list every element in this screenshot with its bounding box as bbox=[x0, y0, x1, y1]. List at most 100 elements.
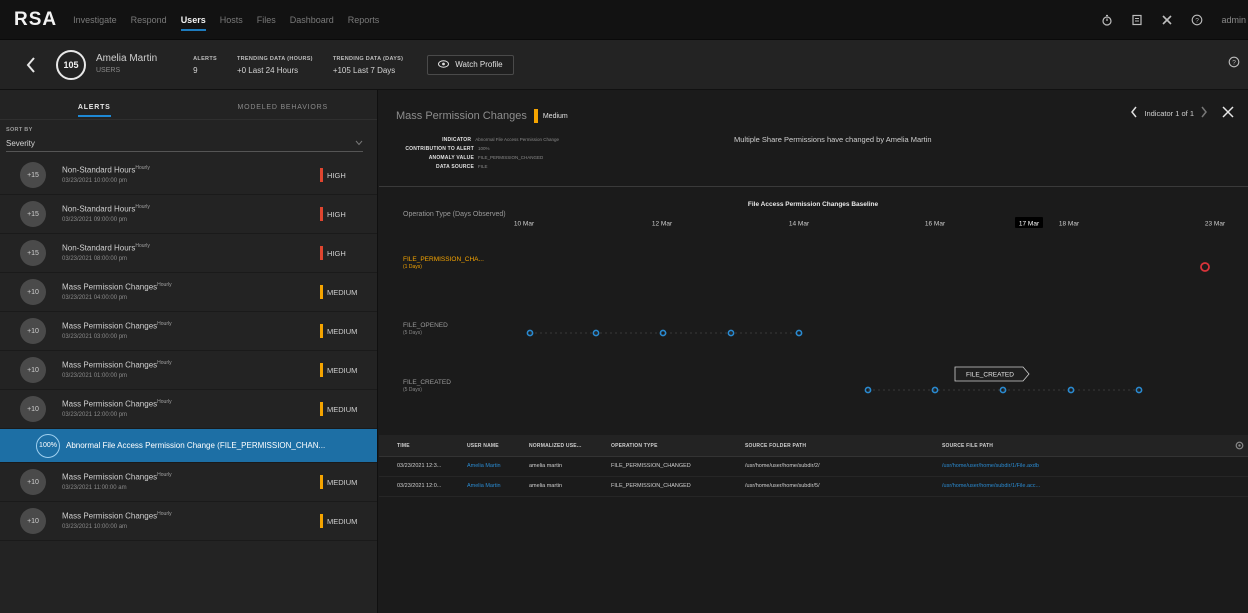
alert-list-item[interactable]: +15 Non-Standard HoursHourly 03/23/2021 09… bbox=[0, 195, 377, 234]
table-row[interactable]: 03/23/2021 12:3... Amelia Martin amelia ma… bbox=[379, 457, 1248, 477]
alert-list-item[interactable]: +10 Mass Permission ChangesHourly 03/23/20… bbox=[0, 273, 377, 312]
alert-title: Non-Standard HoursHourly bbox=[62, 204, 150, 214]
x-tick-label: 10 Mar bbox=[514, 221, 535, 228]
alert-title: Mass Permission ChangesHourly bbox=[62, 399, 172, 409]
alert-frequency: Hourly bbox=[157, 282, 172, 289]
alert-frequency: Hourly bbox=[135, 243, 150, 250]
severity-bar bbox=[320, 363, 323, 377]
table-body: 03/23/2021 12:3... Amelia Martin amelia ma… bbox=[379, 457, 1248, 497]
series-label: FILE_CREATED bbox=[403, 379, 451, 386]
nav-reports[interactable]: Reports bbox=[348, 15, 380, 25]
data-point[interactable] bbox=[1067, 386, 1075, 394]
column-header[interactable]: TIME bbox=[397, 443, 410, 449]
column-header[interactable]: SOURCE FILE PATH bbox=[942, 443, 993, 449]
alert-text: Mass Permission ChangesHourly 03/23/2021 … bbox=[62, 358, 172, 382]
indicator-count: Indicator 1 of 1 bbox=[1144, 108, 1194, 118]
x-tick-label: 18 Mar bbox=[1059, 221, 1080, 228]
data-point[interactable] bbox=[659, 329, 667, 337]
nav-users[interactable]: Users bbox=[180, 15, 206, 31]
detail-data-source: DATA SOURCE FILE bbox=[436, 163, 488, 170]
next-indicator-icon[interactable] bbox=[1200, 106, 1208, 120]
alert-list-item[interactable]: +10 Mass Permission ChangesHourly 03/23/20… bbox=[0, 463, 377, 502]
table-cell[interactable]: Amelia Martin bbox=[467, 483, 501, 489]
selected-indicator-item[interactable]: 100% Abnormal File Access Permission Chan… bbox=[0, 429, 377, 463]
profile-help-icon[interactable]: ? bbox=[1228, 56, 1240, 70]
column-header[interactable]: USER NAME bbox=[467, 443, 499, 449]
stat-trending-days: TRENDING DATA (DAYS) +105 Last 7 Days bbox=[333, 54, 403, 76]
help-icon[interactable]: ? bbox=[1191, 14, 1203, 26]
svg-text:?: ? bbox=[1232, 59, 1236, 66]
stat-trending-hours: TRENDING DATA (HOURS) +0 Last 24 Hours bbox=[237, 54, 313, 76]
alert-date: 03/23/2021 01:00:00 pm bbox=[62, 372, 128, 379]
alert-severity: MEDIUM bbox=[320, 363, 357, 377]
alert-list-item[interactable]: +10 Mass Permission ChangesHourly 03/23/20… bbox=[0, 312, 377, 351]
table-cell[interactable]: /usr/home/user/home/subdir/1/File.axdb bbox=[942, 463, 1039, 469]
indicator-text: Abnormal File Access Permission Change (… bbox=[66, 441, 326, 450]
alert-score: +10 bbox=[20, 318, 46, 344]
close-icon[interactable] bbox=[1222, 106, 1234, 120]
table-cell: FILE_PERMISSION_CHANGED bbox=[611, 483, 691, 489]
sort-by-select[interactable]: Severity bbox=[6, 136, 363, 152]
nav-investigate[interactable]: Investigate bbox=[73, 15, 117, 25]
x-tick-label: 16 Mar bbox=[925, 221, 946, 228]
events-table: TIME USER NAME NORMALIZED USE... OPERATION … bbox=[379, 435, 1248, 497]
tab-modeled-behaviors[interactable]: MODELED BEHAVIORS bbox=[189, 90, 378, 119]
alert-list-item[interactable]: +10 Mass Permission ChangesHourly 03/23/20… bbox=[0, 390, 377, 429]
tools-icon[interactable] bbox=[1161, 14, 1173, 26]
x-tick-label: 23 Mar bbox=[1205, 221, 1226, 228]
severity-label: MEDIUM bbox=[327, 326, 358, 336]
series-label: FILE_PERMISSION_CHA... bbox=[403, 256, 484, 263]
alert-title: Mass Permission ChangesHourly bbox=[62, 360, 172, 370]
rsa-logo[interactable]: RSA bbox=[14, 9, 57, 31]
tab-alerts[interactable]: ALERTS bbox=[0, 90, 189, 119]
back-chevron-icon[interactable] bbox=[20, 54, 42, 76]
severity-bar bbox=[320, 168, 323, 182]
table-cell[interactable]: /usr/home/user/home/subdir/1/File.acc... bbox=[942, 483, 1040, 489]
alert-list-item[interactable]: +15 Non-Standard HoursHourly 03/23/2021 08… bbox=[0, 234, 377, 273]
alert-date: 03/23/2021 09:00:00 pm bbox=[62, 216, 128, 223]
detail-contribution: CONTRIBUTION TO ALERT 100% bbox=[405, 145, 490, 152]
nav-respond[interactable]: Respond bbox=[131, 15, 167, 25]
table-cell[interactable]: Amelia Martin bbox=[467, 463, 501, 469]
prev-indicator-icon[interactable] bbox=[1130, 106, 1138, 120]
severity-label: HIGH bbox=[327, 170, 346, 180]
report-icon[interactable] bbox=[1131, 14, 1143, 26]
alert-date: 03/23/2021 10:00:00 pm bbox=[62, 177, 128, 184]
user-menu[interactable]: admin bbox=[1221, 15, 1246, 25]
nav-dashboard[interactable]: Dashboard bbox=[290, 15, 334, 25]
alert-list-item[interactable]: +15 Non-Standard HoursHourly 03/23/2021 10… bbox=[0, 156, 377, 195]
alert-title: Non-Standard HoursHourly bbox=[62, 243, 150, 253]
detail-anomaly-value: ANOMALY VALUE FILE_PERMISSION_CHANGED bbox=[428, 154, 544, 161]
baseline-chart: File Access Permission Changes Baseline O… bbox=[403, 201, 1226, 394]
nav-hosts[interactable]: Hosts bbox=[220, 15, 243, 25]
alert-date: 03/23/2021 03:00:00 pm bbox=[62, 333, 128, 340]
gear-icon[interactable] bbox=[1235, 441, 1244, 452]
indicator-nav: Indicator 1 of 1 bbox=[1130, 106, 1234, 120]
watch-profile-button[interactable]: Watch Profile bbox=[427, 54, 514, 75]
column-header[interactable]: NORMALIZED USE... bbox=[529, 443, 582, 449]
table-header: TIME USER NAME NORMALIZED USE... OPERATION … bbox=[379, 435, 1248, 457]
stat-alerts-label: ALERTS bbox=[193, 55, 217, 62]
alert-detail-panel: Mass Permission Changes Medium Indicator… bbox=[379, 90, 1248, 613]
alert-description: Multiple Share Permissions have changed … bbox=[734, 135, 932, 144]
column-header[interactable]: SOURCE FOLDER PATH bbox=[745, 443, 806, 449]
stat-alerts-value: 9 bbox=[193, 65, 198, 75]
nav-files[interactable]: Files bbox=[257, 15, 276, 25]
alert-frequency: Hourly bbox=[157, 321, 172, 328]
severity-label: MEDIUM bbox=[327, 516, 358, 526]
column-header[interactable]: OPERATION TYPE bbox=[611, 443, 658, 449]
alert-text: Mass Permission ChangesHourly 03/23/2021 … bbox=[62, 397, 172, 421]
x-tick-label: 12 Mar bbox=[652, 221, 673, 228]
alert-score: +10 bbox=[20, 396, 46, 422]
alert-frequency: Hourly bbox=[157, 472, 172, 479]
alert-severity: MEDIUM bbox=[320, 475, 357, 489]
table-row[interactable]: 03/23/2021 12:0... Amelia Martin amelia ma… bbox=[379, 477, 1248, 497]
timer-icon[interactable] bbox=[1101, 14, 1113, 26]
table-cell: amelia martin bbox=[529, 463, 563, 469]
severity-label: MEDIUM bbox=[327, 404, 358, 414]
series-days: (1 Days) bbox=[403, 264, 422, 270]
alert-list-item[interactable]: +10 Mass Permission ChangesHourly 03/23/20… bbox=[0, 351, 377, 390]
alert-list-item[interactable]: +10 Mass Permission ChangesHourly 03/23/20… bbox=[0, 502, 377, 541]
alert-text: Non-Standard HoursHourly 03/23/2021 09:00… bbox=[62, 202, 150, 226]
alert-title: Mass Permission ChangesHourly bbox=[62, 321, 172, 331]
